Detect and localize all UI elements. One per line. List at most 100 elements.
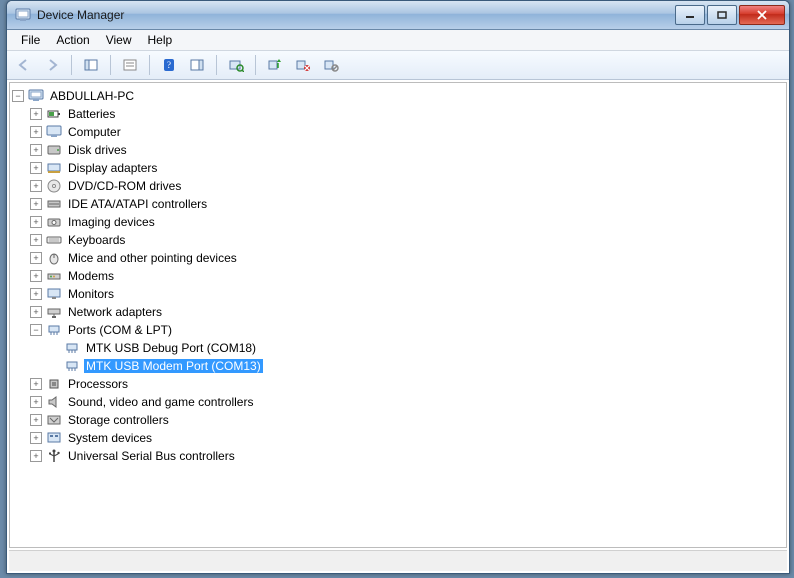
monitor-icon (46, 286, 62, 302)
tree-item-keyboards[interactable]: + Keyboards (30, 231, 784, 249)
mouse-icon (46, 250, 62, 266)
tree-item-ports[interactable]: − Ports (COM & LPT) (30, 321, 784, 339)
expand-icon[interactable]: + (30, 216, 42, 228)
expand-icon[interactable]: + (30, 288, 42, 300)
storage-controller-icon (46, 412, 62, 428)
toolbar-separator (216, 55, 217, 75)
leaf-spacer (48, 360, 60, 372)
modem-icon (46, 268, 62, 284)
tree-item-network[interactable]: + Network adapters (30, 303, 784, 321)
speaker-icon (46, 394, 62, 410)
tree-label: MTK USB Debug Port (COM18) (84, 341, 258, 355)
menu-help[interactable]: Help (140, 31, 181, 49)
device-manager-window: Device Manager File Action View Help (6, 0, 790, 574)
show-hide-console-button[interactable] (78, 53, 104, 77)
tree-item-ide-ata[interactable]: + IDE ATA/ATAPI controllers (30, 195, 784, 213)
window-title: Device Manager (37, 8, 673, 22)
toolbar-separator (149, 55, 150, 75)
tree-item-disk-drives[interactable]: + Disk drives (30, 141, 784, 159)
tree-label: Monitors (66, 287, 116, 301)
maximize-button[interactable] (707, 5, 737, 25)
tree-root-label: ABDULLAH-PC (48, 89, 136, 103)
tree-label: Batteries (66, 107, 117, 121)
expand-icon[interactable]: + (30, 270, 42, 282)
computer-icon (46, 124, 62, 140)
collapse-icon[interactable]: − (12, 90, 24, 102)
expand-icon[interactable]: + (30, 126, 42, 138)
tree-label: Keyboards (66, 233, 127, 247)
network-icon (46, 304, 62, 320)
tree-label: Imaging devices (66, 215, 157, 229)
expand-icon[interactable]: + (30, 306, 42, 318)
port-icon (64, 340, 80, 356)
expand-icon[interactable]: + (30, 234, 42, 246)
port-icon (64, 358, 80, 374)
cpu-icon (46, 376, 62, 392)
disk-icon (46, 142, 62, 158)
scan-hardware-button[interactable] (223, 53, 249, 77)
properties-button[interactable] (117, 53, 143, 77)
help-button[interactable]: ? (156, 53, 182, 77)
expand-icon[interactable]: + (30, 450, 42, 462)
expand-icon[interactable]: + (30, 396, 42, 408)
action-pane-button[interactable] (184, 53, 210, 77)
tree-label: Computer (66, 125, 123, 139)
tree-label: DVD/CD-ROM drives (66, 179, 183, 193)
disable-button[interactable] (318, 53, 344, 77)
port-icon (46, 322, 62, 338)
device-manager-icon (15, 7, 31, 23)
keyboard-icon (46, 232, 62, 248)
expand-icon[interactable]: + (30, 414, 42, 426)
device-tree[interactable]: − ABDULLAH-PC + Batteries + Computer (9, 82, 787, 548)
toolbar: ? (7, 51, 789, 80)
close-button[interactable] (739, 5, 785, 25)
tree-item-imaging[interactable]: + Imaging devices (30, 213, 784, 231)
tree-item-mice[interactable]: + Mice and other pointing devices (30, 249, 784, 267)
tree-item-dvd-cd[interactable]: + DVD/CD-ROM drives (30, 177, 784, 195)
expand-icon[interactable]: + (30, 198, 42, 210)
tree-item-modems[interactable]: + Modems (30, 267, 784, 285)
tree-item-port-debug[interactable]: MTK USB Debug Port (COM18) (48, 339, 784, 357)
update-driver-button[interactable] (262, 53, 288, 77)
tree-item-processors[interactable]: + Processors (30, 375, 784, 393)
tree-root-row[interactable]: − ABDULLAH-PC (12, 87, 784, 105)
tree-item-port-modem[interactable]: MTK USB Modem Port (COM13) (48, 357, 784, 375)
tree-item-usb[interactable]: + Universal Serial Bus controllers (30, 447, 784, 465)
dvd-icon (46, 178, 62, 194)
tree-label: Disk drives (66, 143, 129, 157)
collapse-icon[interactable]: − (30, 324, 42, 336)
tree-label: Storage controllers (66, 413, 171, 427)
back-button[interactable] (11, 53, 37, 77)
display-adapter-icon (46, 160, 62, 176)
tree-label: Display adapters (66, 161, 159, 175)
tree-item-monitors[interactable]: + Monitors (30, 285, 784, 303)
tree-item-storage[interactable]: + Storage controllers (30, 411, 784, 429)
tree-label: IDE ATA/ATAPI controllers (66, 197, 209, 211)
tree-label: Network adapters (66, 305, 164, 319)
expand-icon[interactable]: + (30, 144, 42, 156)
expand-icon[interactable]: + (30, 252, 42, 264)
tree-label: Mice and other pointing devices (66, 251, 239, 265)
usb-icon (46, 448, 62, 464)
menu-file[interactable]: File (13, 31, 48, 49)
expand-icon[interactable]: + (30, 378, 42, 390)
minimize-button[interactable] (675, 5, 705, 25)
expand-icon[interactable]: + (30, 180, 42, 192)
tree-label: Processors (66, 377, 130, 391)
camera-icon (46, 214, 62, 230)
tree-item-batteries[interactable]: + Batteries (30, 105, 784, 123)
tree-label: System devices (66, 431, 154, 445)
uninstall-button[interactable] (290, 53, 316, 77)
tree-item-system[interactable]: + System devices (30, 429, 784, 447)
status-bar (9, 550, 787, 571)
tree-item-computer[interactable]: + Computer (30, 123, 784, 141)
expand-icon[interactable]: + (30, 162, 42, 174)
forward-button[interactable] (39, 53, 65, 77)
tree-item-sound[interactable]: + Sound, video and game controllers (30, 393, 784, 411)
menu-view[interactable]: View (98, 31, 140, 49)
expand-icon[interactable]: + (30, 108, 42, 120)
menu-action[interactable]: Action (48, 31, 97, 49)
expand-icon[interactable]: + (30, 432, 42, 444)
ide-controller-icon (46, 196, 62, 212)
tree-item-display-adapters[interactable]: + Display adapters (30, 159, 784, 177)
